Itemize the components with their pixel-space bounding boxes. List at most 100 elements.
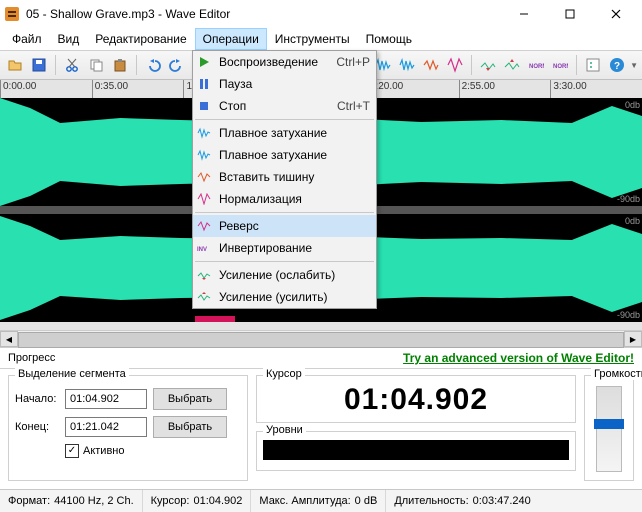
status-format-value: 44100 Hz, 2 Ch. <box>54 495 134 507</box>
close-button[interactable] <box>594 0 638 28</box>
statusbar: Формат:44100 Hz, 2 Ch. Курсор:01:04.902 … <box>0 489 642 512</box>
settings-icon[interactable] <box>582 54 604 76</box>
menu-edit[interactable]: Редактирование <box>87 28 194 50</box>
scrollbar-horizontal[interactable]: ◀ ▶ <box>0 330 642 348</box>
pause-icon <box>195 75 213 93</box>
upgrade-link[interactable]: Try an advanced version of Wave Editor! <box>403 351 634 365</box>
menu-item-ampdown[interactable]: Усиление (ослабить) <box>193 264 376 286</box>
cursor-value: 01:04.902 <box>263 382 569 418</box>
app-icon <box>4 6 20 22</box>
segment-group: Выделение сегмента Начало: Выбрать Конец… <box>8 375 248 481</box>
start-select-button[interactable]: Выбрать <box>153 388 227 410</box>
copy-icon[interactable] <box>85 54 107 76</box>
start-label: Начало: <box>15 393 59 405</box>
ruler-tick: 2:55.00 <box>459 80 551 98</box>
status-format-label: Формат: <box>8 495 50 507</box>
ruler-tick: 2:20.00 <box>367 80 459 98</box>
active-label: Активно <box>83 445 125 457</box>
ruler-tick: 0:00.00 <box>0 80 92 98</box>
titlebar: 05 - Shallow Grave.mp3 - Wave Editor <box>0 0 642 28</box>
svg-text:?: ? <box>614 61 620 72</box>
menu-item-stop[interactable]: СтопCtrl+T <box>193 95 376 117</box>
undo-icon[interactable] <box>142 54 164 76</box>
cursor-group: Курсор 01:04.902 <box>256 375 576 423</box>
fadeout-icon <box>195 146 213 164</box>
active-checkbox[interactable]: ✓ <box>65 444 79 458</box>
maximize-button[interactable] <box>548 0 592 28</box>
status-dur-value: 0:03:47.240 <box>473 495 531 507</box>
db-bottom: -90db <box>617 194 640 204</box>
status-amp-value: 0 dB <box>355 495 378 507</box>
norm-tool2-icon[interactable]: NORM <box>549 54 571 76</box>
scroll-left-icon[interactable]: ◀ <box>0 331 18 347</box>
db-top: 0db <box>625 100 640 110</box>
volume-title: Громкость <box>591 368 642 380</box>
invert-icon: INV <box>195 239 213 257</box>
ampup-icon <box>195 288 213 306</box>
norm-tool-icon[interactable]: NORM <box>525 54 547 76</box>
minimize-button[interactable] <box>502 0 546 28</box>
normalize-icon <box>195 190 213 208</box>
save-icon[interactable] <box>28 54 50 76</box>
scroll-right-icon[interactable]: ▶ <box>624 331 642 347</box>
levels-title: Уровни <box>263 424 306 436</box>
levels-group: Уровни <box>256 431 576 471</box>
menu-item-fadeout[interactable]: Плавное затухание <box>193 144 376 166</box>
menu-help[interactable]: Помощь <box>358 28 420 50</box>
reverse-icon <box>195 217 213 235</box>
menu-item-normalize[interactable]: Нормализация <box>193 188 376 210</box>
menu-item-reverse[interactable]: Реверс <box>193 215 376 237</box>
wave-tool2-icon[interactable] <box>396 54 418 76</box>
amp-up-icon[interactable] <box>501 54 523 76</box>
menu-item-play[interactable]: ВоспроизведениеCtrl+P <box>193 51 376 73</box>
status-amp-label: Макс. Амплитуда: <box>259 495 350 507</box>
start-input[interactable] <box>65 389 147 409</box>
levels-meter <box>263 440 569 460</box>
redo-icon[interactable] <box>166 54 188 76</box>
stop-icon <box>195 97 213 115</box>
menu-operations[interactable]: Операции <box>195 28 267 50</box>
window-title: 05 - Shallow Grave.mp3 - Wave Editor <box>26 7 502 21</box>
menu-item-ampup[interactable]: Усиление (усилить) <box>193 286 376 308</box>
help-icon[interactable]: ? <box>606 54 628 76</box>
volume-group: Громкость <box>584 375 634 481</box>
menu-item-silence[interactable]: Вставить тишину <box>193 166 376 188</box>
ruler-tick: 0:35.00 <box>92 80 184 98</box>
status-cursor-value: 01:04.902 <box>193 495 242 507</box>
menu-file[interactable]: Файл <box>4 28 50 50</box>
volume-thumb[interactable] <box>594 419 624 429</box>
wave-tool4-icon[interactable] <box>444 54 466 76</box>
status-cursor-label: Курсор: <box>151 495 190 507</box>
cursor-title: Курсор <box>263 368 305 380</box>
silence-icon <box>195 168 213 186</box>
cut-icon[interactable] <box>61 54 83 76</box>
paste-icon[interactable] <box>109 54 131 76</box>
svg-text:INV: INV <box>197 247 207 253</box>
scroll-thumb[interactable] <box>18 332 624 348</box>
open-icon[interactable] <box>4 54 26 76</box>
db-top: 0db <box>625 216 640 226</box>
status-dur-label: Длительность: <box>394 495 468 507</box>
progress-label: Прогресс <box>8 352 55 364</box>
end-select-button[interactable]: Выбрать <box>153 416 227 438</box>
menu-item-pause[interactable]: Пауза <box>193 73 376 95</box>
end-label: Конец: <box>15 421 59 433</box>
wave-tool3-icon[interactable] <box>420 54 442 76</box>
fadein-icon <box>195 124 213 142</box>
menu-view[interactable]: Вид <box>50 28 88 50</box>
menubar: Файл Вид Редактирование Операции Инструм… <box>0 28 642 50</box>
ruler-tick: 3:30.00 <box>550 80 642 98</box>
volume-slider[interactable] <box>596 386 622 472</box>
end-input[interactable] <box>65 417 147 437</box>
svg-text:NORM: NORM <box>529 64 544 70</box>
svg-text:NORM: NORM <box>553 64 568 70</box>
menu-item-fadein[interactable]: Плавное затухание <box>193 122 376 144</box>
menu-tools[interactable]: Инструменты <box>267 28 358 50</box>
progress-row: Прогресс Try an advanced version of Wave… <box>0 348 642 369</box>
db-bottom: -90db <box>617 310 640 320</box>
amp-down-icon[interactable] <box>477 54 499 76</box>
operations-dropdown: ВоспроизведениеCtrl+PПаузаСтопCtrl+T Плав… <box>192 50 377 309</box>
menu-item-invert[interactable]: INVИнвертирование <box>193 237 376 259</box>
play-icon <box>195 53 213 71</box>
ampdown-icon <box>195 266 213 284</box>
